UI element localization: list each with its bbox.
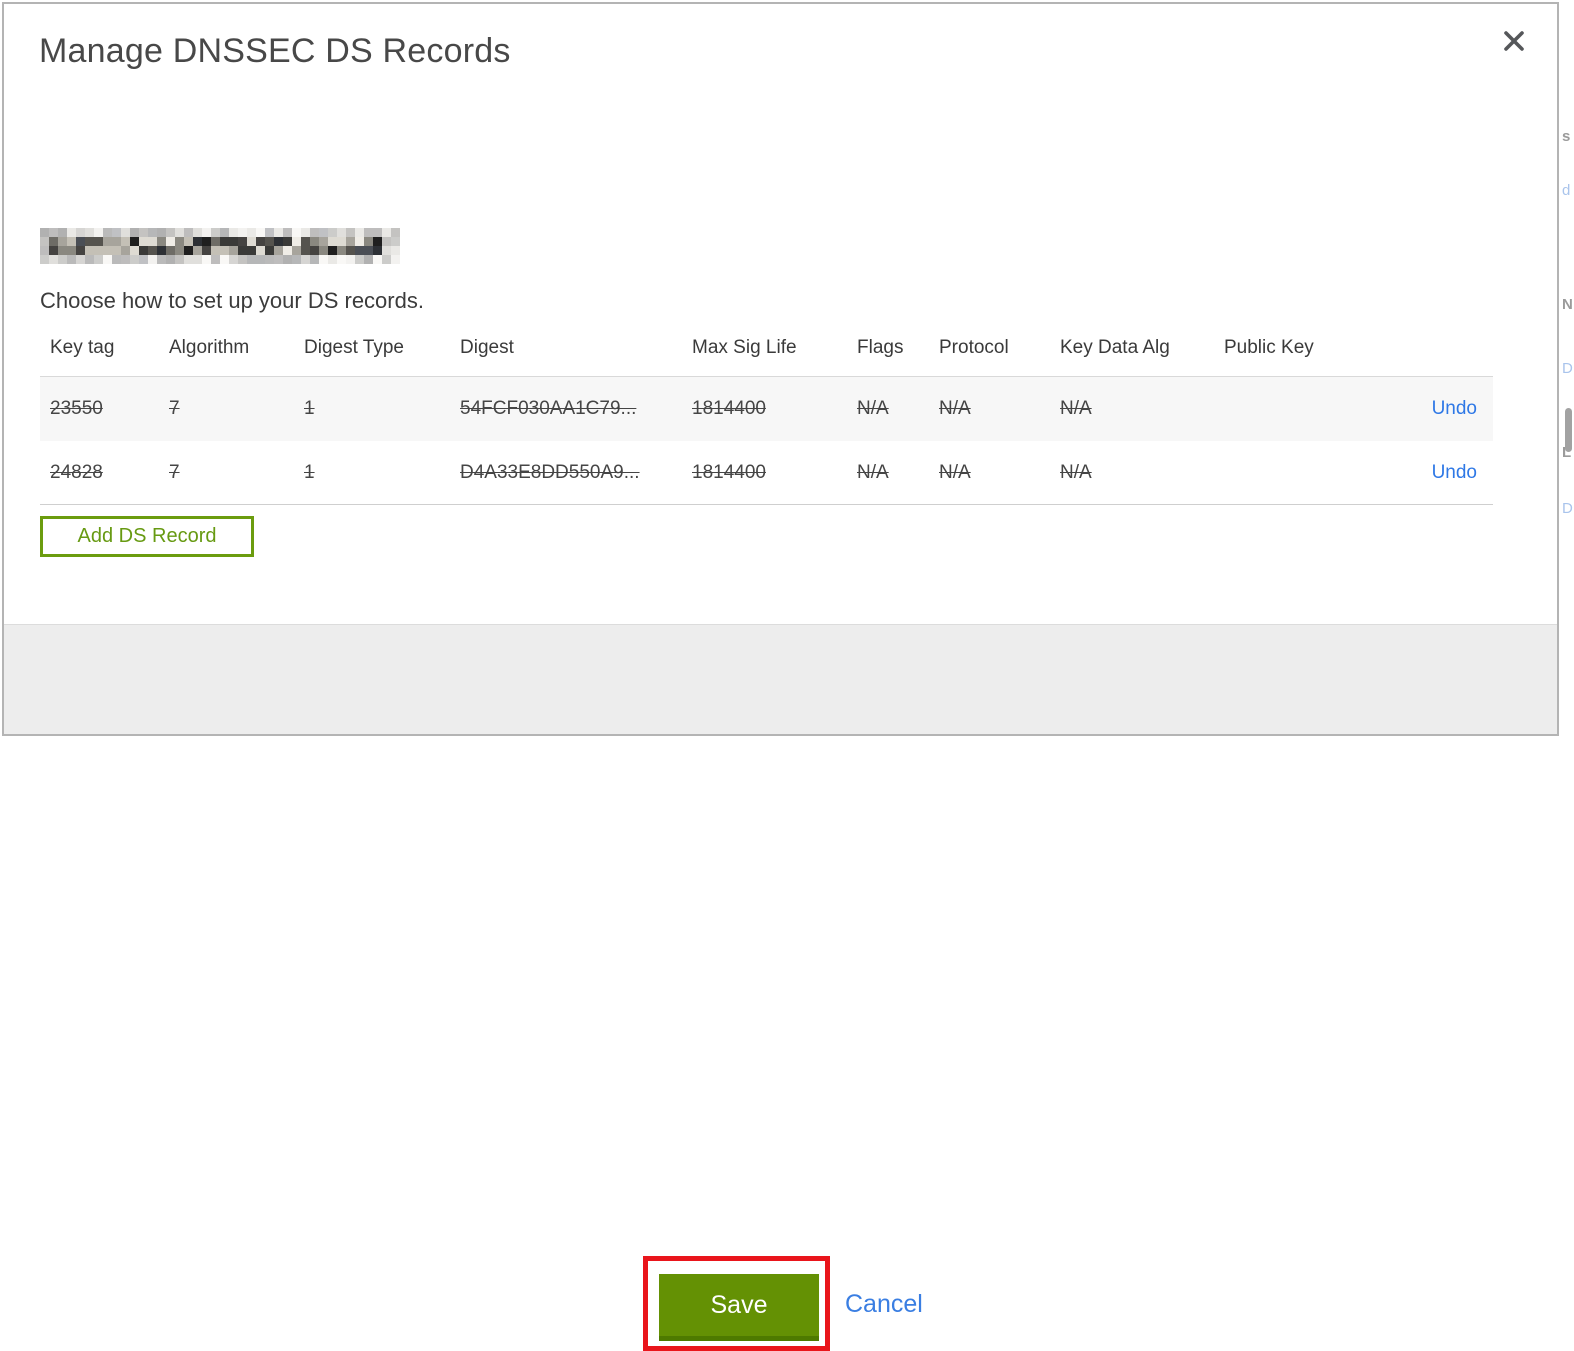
- ds-records-table: Key tag Algorithm Digest Type Digest Max…: [40, 332, 1493, 505]
- col-header-key-data-alg: Key Data Alg: [1060, 337, 1170, 358]
- col-header-digest-type: Digest Type: [304, 337, 404, 358]
- col-header-flags: Flags: [857, 337, 904, 358]
- col-header-max-sig-life: Max Sig Life: [692, 337, 797, 358]
- table-row: 24828 7 1 D4A33E8DD550A9... 1814400 N/A …: [40, 441, 1493, 505]
- cell-max-sig-life: 1814400: [692, 461, 766, 483]
- redacted-domain-name: [40, 228, 400, 265]
- cell-protocol: N/A: [939, 461, 971, 483]
- cell-flags: N/A: [857, 398, 889, 419]
- col-header-protocol: Protocol: [939, 337, 1009, 358]
- col-header-public-key: Public Key: [1224, 337, 1314, 358]
- page-scrollbar-thumb[interactable]: [1565, 408, 1572, 452]
- cell-key-data-alg: N/A: [1060, 398, 1092, 419]
- cell-digest: 54FCF030AA1C79...: [460, 398, 637, 419]
- col-header-key-tag: Key tag: [50, 337, 115, 358]
- cell-key-data-alg: N/A: [1060, 461, 1092, 483]
- modal-footer: Save Cancel: [4, 624, 1557, 1351]
- undo-link[interactable]: Undo: [1432, 398, 1477, 419]
- cell-digest: D4A33E8DD550A9...: [460, 461, 640, 483]
- manage-dnssec-modal: Manage DNSSEC DS Records Choose how to s…: [2, 2, 1559, 1351]
- modal-title: Manage DNSSEC DS Records: [39, 32, 511, 70]
- table-header-row: Key tag Algorithm Digest Type Digest Max…: [40, 332, 1493, 377]
- cell-key-tag: 23550: [50, 398, 103, 419]
- undo-link[interactable]: Undo: [1432, 462, 1477, 483]
- cell-digest-type: 1: [304, 461, 315, 483]
- col-header-digest: Digest: [460, 337, 514, 358]
- cell-flags: N/A: [857, 461, 889, 483]
- cell-max-sig-life: 1814400: [692, 398, 766, 419]
- cancel-link[interactable]: Cancel: [845, 1290, 923, 1319]
- col-header-algorithm: Algorithm: [169, 337, 250, 358]
- cell-digest-type: 1: [304, 398, 315, 419]
- table-row: 23550 7 1 54FCF030AA1C79... 1814400 N/A …: [40, 377, 1493, 441]
- cell-algorithm: 7: [169, 461, 180, 483]
- add-ds-record-button[interactable]: Add DS Record: [40, 516, 254, 557]
- close-icon[interactable]: [1501, 28, 1527, 54]
- background-page-sliver: s d N D L D: [1560, 0, 1574, 746]
- cell-protocol: N/A: [939, 398, 971, 419]
- save-button[interactable]: Save: [659, 1274, 819, 1341]
- setup-instructions: Choose how to set up your DS records.: [40, 288, 424, 313]
- cell-key-tag: 24828: [50, 461, 103, 483]
- cell-algorithm: 7: [169, 398, 180, 419]
